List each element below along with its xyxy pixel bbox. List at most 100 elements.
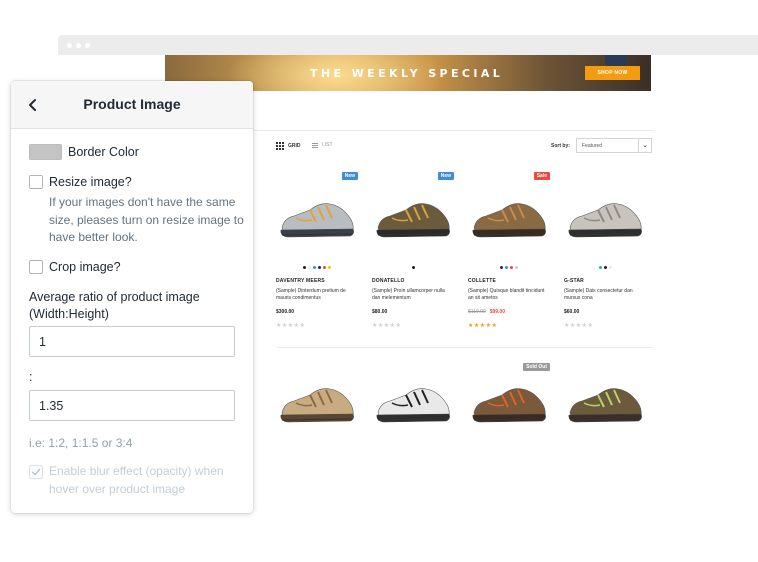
shop-now-button[interactable]: SHOP NOW <box>585 66 640 80</box>
shoe-image <box>472 388 546 423</box>
ratio-hint: i.e: 1:2, 1:1.5 or 3:4 <box>29 436 133 450</box>
grid-icon <box>276 142 284 150</box>
shoe-image <box>472 203 546 238</box>
product-description: (Sample) Proin ullamcorper nulla dan mel… <box>372 288 445 301</box>
crop-image-checkbox[interactable] <box>29 260 43 274</box>
product-card[interactable]: Sold Out <box>468 363 550 445</box>
shoe-image <box>280 203 354 238</box>
list-icon <box>312 142 318 148</box>
product-badge: New <box>341 172 358 180</box>
list-label: LIST <box>322 142 333 148</box>
product-card[interactable]: New DAVENTRY MEERS (Sample) Dinterdum pret… <box>276 172 358 334</box>
color-swatch[interactable] <box>598 266 602 269</box>
toolbar-divider <box>253 130 653 131</box>
chevron-down-icon: ⌄ <box>638 139 651 152</box>
color-swatch[interactable] <box>500 266 503 269</box>
color-swatch[interactable] <box>505 266 508 269</box>
color-swatch[interactable] <box>308 266 311 269</box>
star-icon: ★ <box>395 323 402 329</box>
product-badge: Sold Out <box>523 363 550 371</box>
window-dot <box>76 43 81 48</box>
resize-image-label: Resize image? <box>49 175 132 189</box>
product-card[interactable]: New DONATELLO (Sample) Proin ullamcorper n… <box>372 172 454 334</box>
product-description: (Sample) Dinterdum pretium de mauris con… <box>276 288 346 301</box>
product-price: $119.00 $99.00 <box>468 309 505 315</box>
color-swatch[interactable] <box>510 266 513 269</box>
product-card[interactable] <box>372 365 454 445</box>
product-description: (Sample) Dais consectetur dan mursus con… <box>564 288 633 301</box>
shoe-image <box>568 203 642 238</box>
banner-title: THE WEEKLY SPECIAL <box>310 67 504 80</box>
product-rating: ★★★★★ <box>468 322 497 329</box>
product-price: $80.00 <box>372 309 387 315</box>
product-rating: ★★★★★ <box>372 322 401 329</box>
shoe-image <box>280 388 354 423</box>
product-rating: ★★★★★ <box>276 322 305 329</box>
window-dot <box>67 43 72 48</box>
window-dot <box>85 43 90 48</box>
panel-header: Product Image <box>11 81 253 129</box>
color-swatch[interactable] <box>323 266 326 269</box>
star-icon: ★ <box>299 323 306 329</box>
price-value: $80.00 <box>372 309 388 315</box>
shoe-image <box>376 388 450 423</box>
resize-image-help: If your images don't have the same size,… <box>49 195 244 244</box>
color-swatch[interactable] <box>318 266 321 269</box>
product-card[interactable] <box>276 365 358 445</box>
product-description: (Sample) Quisque blandit tincidunt an si… <box>468 288 545 301</box>
color-swatch[interactable] <box>328 266 331 269</box>
product-card[interactable]: Sale COLLETTE (Sample) Quisque blandit tin… <box>468 172 550 334</box>
color-swatch[interactable] <box>515 266 518 269</box>
original-price: $119.00 <box>468 309 486 315</box>
ratio-label: Average ratio of product image <box>29 290 200 304</box>
product-title[interactable]: COLLETTE <box>468 278 550 284</box>
product-badge: Sale <box>533 172 550 180</box>
row-divider <box>276 347 654 348</box>
color-swatch[interactable] <box>303 266 306 269</box>
color-swatches <box>564 266 646 269</box>
product-title[interactable]: DAVENTRY MEERS <box>276 278 358 284</box>
shoe-image <box>568 388 642 423</box>
grid-label: GRID <box>288 143 301 149</box>
blur-effect-checkbox[interactable] <box>29 465 43 479</box>
sort-by-label: Sort by: <box>551 143 570 149</box>
sale-price: $99.00 <box>489 309 505 315</box>
color-swatches <box>468 266 550 269</box>
product-title[interactable]: G-STAR <box>564 278 646 284</box>
blur-effect-label: Enable blur effect (opacity) when hover … <box>49 464 224 496</box>
color-swatches <box>276 266 358 269</box>
panel-title: Product Image <box>83 96 181 112</box>
sort-select[interactable]: Featured ⌄ <box>576 138 652 153</box>
product-badge: New <box>437 172 454 180</box>
color-swatches <box>372 266 454 269</box>
product-price: $60.00 <box>564 309 579 315</box>
star-icon: ★ <box>491 323 498 329</box>
crop-image-label: Crop image? <box>49 260 121 274</box>
color-swatch[interactable] <box>411 266 415 269</box>
star-icon: ★ <box>587 323 594 329</box>
product-price: $300.00 <box>276 309 294 315</box>
ratio-separator: : <box>29 370 33 384</box>
color-swatch[interactable] <box>313 266 316 269</box>
browser-toolbar <box>58 35 758 55</box>
price-value: $60.00 <box>564 309 580 315</box>
ratio-label-units: (Width:Height) <box>29 307 109 321</box>
settings-panel: Product Image Border Color Resize image?… <box>11 81 253 513</box>
grid-view-toggle[interactable]: GRID <box>276 142 301 150</box>
product-card[interactable]: G-STAR (Sample) Dais consectetur dan murs… <box>564 174 646 334</box>
product-title[interactable]: DONATELLO <box>372 278 454 284</box>
price-value: $300.00 <box>276 309 295 315</box>
border-color-picker[interactable] <box>29 144 62 160</box>
checkmark-icon <box>31 468 41 476</box>
product-rating: ★★★★★ <box>564 322 593 329</box>
color-swatch[interactable] <box>608 266 612 269</box>
border-color-label: Border Color <box>68 145 139 159</box>
sort-value: Featured <box>582 143 603 149</box>
shoe-image <box>376 203 450 238</box>
product-card[interactable] <box>564 365 646 445</box>
resize-image-checkbox[interactable] <box>29 175 43 189</box>
ratio-width-input[interactable] <box>29 326 235 357</box>
ratio-height-input[interactable] <box>29 390 235 421</box>
list-view-toggle[interactable]: LIST <box>312 142 333 148</box>
color-swatch[interactable] <box>603 266 607 269</box>
